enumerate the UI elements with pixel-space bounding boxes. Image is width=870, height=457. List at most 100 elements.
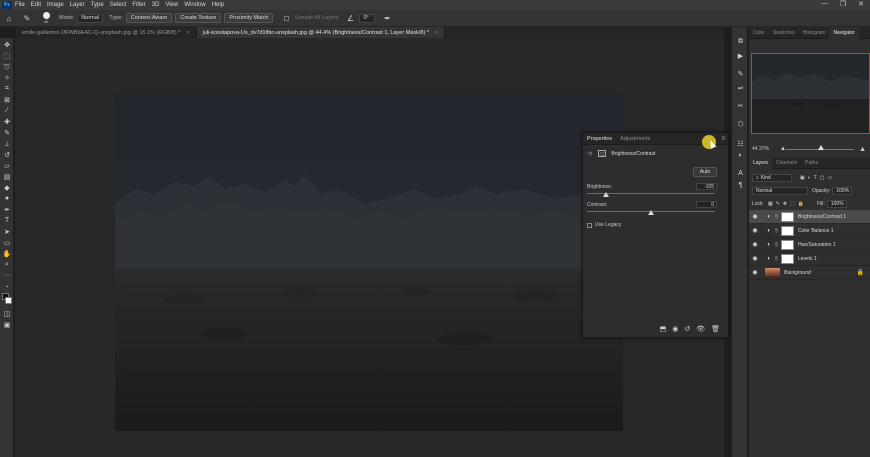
brushes-icon[interactable]: ✎ [735, 69, 746, 78]
properties-icon[interactable]: ☷ [735, 139, 746, 148]
view-previous-state-icon[interactable]: ◉ [672, 325, 678, 333]
menu-3d[interactable]: 3D [152, 2, 160, 8]
layer-name[interactable]: Brightness/Contrast 1 [798, 214, 846, 220]
brush-tool-icon[interactable]: ✎ [2, 128, 12, 137]
history-brush-tool-icon[interactable]: ↺ [2, 150, 12, 159]
layer-mask-thumbnail[interactable] [781, 211, 794, 222]
zoom-slider-thumb[interactable] [818, 145, 824, 150]
tab-channels[interactable]: Channels [772, 160, 801, 166]
crop-tool-icon[interactable]: ⌗ [2, 84, 12, 93]
visibility-eye-icon[interactable]: ◉ [749, 255, 761, 262]
tab-layers[interactable]: Layers [749, 156, 773, 169]
visibility-eye-icon[interactable]: ◉ [749, 241, 761, 248]
gradient-tool-icon[interactable]: ▤ [2, 172, 12, 181]
close-tab-icon[interactable]: × [186, 30, 189, 36]
marquee-tool-icon[interactable]: ⬚ [2, 51, 12, 60]
3d-icon[interactable]: ⬡ [735, 119, 746, 128]
layer-name[interactable]: Levels 1 [798, 256, 817, 262]
menu-layer[interactable]: Layer [70, 2, 85, 8]
chain-link-icon[interactable]: § [775, 214, 780, 220]
menu-image[interactable]: Image [47, 2, 64, 8]
tab-navigator[interactable]: Navigator [829, 26, 859, 39]
background-thumbnail[interactable] [765, 268, 780, 277]
maximize-button[interactable]: ❐ [840, 0, 846, 8]
layer-name[interactable]: Hue/Saturation 1 [798, 242, 836, 248]
contrast-slider-thumb[interactable] [648, 210, 654, 215]
layer-levels[interactable]: ◉ ◐ § Levels 1 [749, 252, 870, 266]
blend-mode-select[interactable]: Normal [752, 187, 808, 195]
frame-tool-icon[interactable]: ⊠ [2, 95, 12, 104]
contrast-input[interactable]: 0 [696, 201, 717, 208]
tab-paths[interactable]: Paths [801, 160, 822, 166]
menu-type[interactable]: Type [91, 2, 104, 8]
layer-background[interactable]: ◉ Background 🔒 [749, 266, 870, 280]
brightness-slider-thumb[interactable] [603, 192, 610, 197]
doc-tab-1[interactable]: emile-guillemot-1fFWBbEAC-Q-unsplash.jpg… [16, 27, 197, 38]
quick-selection-tool-icon[interactable]: ✧ [2, 73, 12, 82]
auto-button[interactable]: Auto [693, 167, 717, 177]
tab-adjustments[interactable]: Adjustments [616, 136, 654, 142]
clip-to-layer-icon[interactable]: ⬒ [660, 325, 667, 333]
menu-file[interactable]: File [15, 2, 25, 8]
close-tab-icon[interactable]: × [435, 30, 438, 36]
brush-preset-picker[interactable]: 40 [39, 12, 53, 24]
use-legacy-option[interactable]: Use Legacy [587, 222, 621, 228]
chain-link-icon[interactable]: § [775, 242, 780, 248]
chain-link-icon[interactable]: § [775, 228, 780, 234]
layer-name[interactable]: Background [784, 270, 811, 276]
paragraph-icon[interactable]: ¶ [735, 181, 746, 190]
lock-icon[interactable]: 🔒 [857, 269, 864, 276]
tab-swatches[interactable]: Swatches [769, 30, 799, 36]
layer-mask-thumbnail[interactable] [781, 239, 794, 250]
delete-icon[interactable]: 🗑 [711, 325, 720, 333]
menu-select[interactable]: Select [110, 2, 127, 8]
create-texture-button[interactable]: Create Texture [175, 13, 222, 23]
opacity-input[interactable]: 100% [832, 187, 853, 195]
actions-icon[interactable]: ▶ [735, 51, 746, 60]
layer-name[interactable]: Color Balance 1 [798, 228, 834, 234]
tool-presets-icon[interactable]: ✂ [735, 101, 746, 110]
healing-brush-tool-icon[interactable]: ✚ [2, 117, 12, 126]
zoom-tool-icon[interactable]: ⌕ [2, 260, 12, 269]
kind-filter-select[interactable]: ⌕ Kind [752, 174, 792, 182]
visibility-eye-icon[interactable]: ◉ [749, 269, 761, 276]
tab-properties[interactable]: Properties [583, 136, 616, 142]
fill-input[interactable]: 100% [826, 200, 847, 208]
visibility-eye-icon[interactable]: ◉ [749, 213, 761, 220]
layer-hue-saturation[interactable]: ◉ ◐ § Hue/Saturation 1 [749, 238, 870, 252]
character-icon[interactable]: A [735, 169, 746, 178]
lock-icons[interactable]: ▦✎✥⬚🔒 [768, 201, 807, 207]
blur-tool-icon[interactable]: ◆ [2, 183, 12, 192]
clone-stamp-tool-icon[interactable]: ⊥ [2, 139, 12, 148]
quick-mask-icon[interactable]: ◫ [2, 309, 12, 318]
angle-input[interactable]: 0° [359, 13, 376, 23]
screen-mode-icon[interactable]: ▣ [2, 320, 12, 329]
brightness-input[interactable]: -105 [696, 183, 717, 190]
visibility-eye-icon[interactable]: ◉ [749, 227, 761, 234]
zoom-value[interactable]: 44.37% [752, 146, 769, 152]
menu-view[interactable]: View [165, 2, 178, 8]
tab-histogram[interactable]: Histogram [799, 30, 830, 36]
default-colors-icon[interactable]: ▪ [2, 282, 12, 291]
layer-mask-icon[interactable]: ◻ [598, 150, 607, 157]
rectangle-tool-icon[interactable]: ▭ [2, 238, 12, 247]
doc-tab-2[interactable]: juli-kosolapova-Us_dv7d1fibc-unsplash.jp… [196, 27, 446, 38]
panel-menu-icon[interactable]: ≡ [721, 136, 725, 142]
eraser-tool-icon[interactable]: ▱ [2, 161, 12, 170]
toggle-visibility-icon[interactable]: 👁 [696, 325, 705, 333]
use-legacy-checkbox[interactable] [587, 222, 592, 228]
type-tool-icon[interactable]: T [2, 216, 12, 225]
layer-mask-thumbnail[interactable] [781, 253, 794, 264]
chain-link-icon[interactable]: § [775, 256, 780, 262]
move-tool-icon[interactable]: ✥ [2, 40, 12, 49]
navigator-preview[interactable] [751, 53, 870, 134]
layer-color-balance[interactable]: ◉ ◐ § Color Balance 1 [749, 224, 870, 238]
proximity-match-button[interactable]: Proximity Match [224, 13, 274, 23]
minimize-button[interactable]: — [821, 0, 828, 8]
spot-healing-brush-icon[interactable]: ✎ [21, 12, 33, 24]
history-icon[interactable]: ⧉ [735, 37, 746, 46]
path-selection-tool-icon[interactable]: ➤ [2, 227, 12, 236]
pressure-size-icon[interactable]: ✒ [381, 12, 393, 24]
sample-all-layers-checkbox[interactable] [284, 15, 290, 21]
menu-edit[interactable]: Edit [31, 2, 41, 8]
